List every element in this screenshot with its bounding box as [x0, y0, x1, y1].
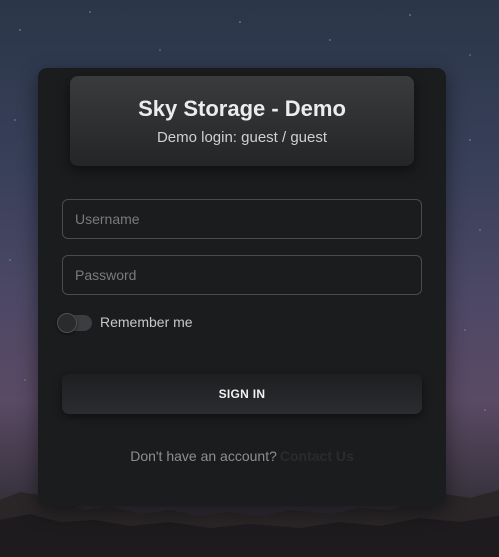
contact-us-link[interactable]: Contact Us: [280, 448, 354, 464]
password-input[interactable]: [62, 255, 422, 295]
username-input[interactable]: [62, 199, 422, 239]
signup-prompt: Don't have an account? Contact Us: [38, 448, 446, 464]
remember-me-toggle[interactable]: [57, 313, 92, 333]
remember-me-label: Remember me: [100, 314, 193, 330]
page-title: Sky Storage - Demo: [138, 96, 346, 121]
no-account-text: Don't have an account?: [130, 448, 277, 464]
login-card: Sky Storage - Demo Demo login: guest / g…: [38, 68, 446, 506]
demo-credentials-hint: Demo login: guest / guest: [156, 129, 328, 146]
login-card-header: Sky Storage - Demo Demo login: guest / g…: [70, 76, 414, 166]
remember-me-row: Remember me: [57, 312, 258, 334]
sign-in-button[interactable]: SIGN IN: [62, 374, 422, 414]
toggle-knob: [57, 313, 77, 333]
